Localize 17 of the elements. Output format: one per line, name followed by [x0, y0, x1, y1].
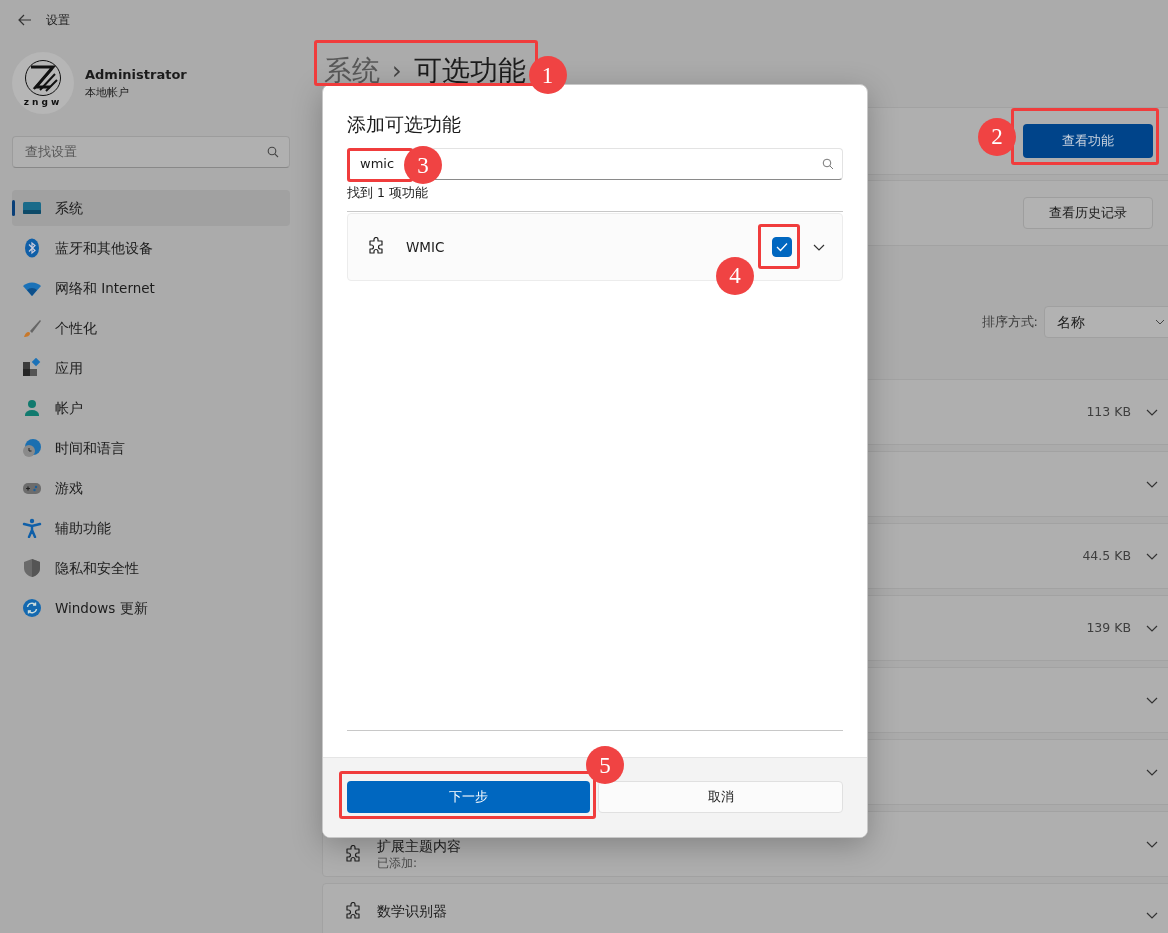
result-count: 找到 1 项功能 [347, 184, 843, 212]
dialog-title: 添加可选功能 [347, 115, 462, 134]
feature-name: 数学识别器 [377, 903, 447, 921]
feature-status: 已添加: [377, 855, 419, 872]
feature-size: 113 KB [1086, 402, 1131, 421]
feature-name: 扩展主题内容 [377, 838, 461, 856]
feature-size: 44.5 KB [1082, 546, 1131, 565]
feature-name: WMIC [406, 237, 445, 257]
window-title: 设置 [46, 12, 70, 29]
page-title: 可选功能 [413, 56, 526, 85]
sort-label: 排序方式: [981, 313, 1038, 332]
step-number-overlay: 1 [528, 56, 567, 94]
logo-text: zngw [23, 98, 63, 107]
breadcrumb-separator: › [392, 58, 402, 83]
account-name: Administrator [85, 66, 187, 84]
account-type: 本地帐户 [85, 84, 130, 101]
feature-size: 139 KB [1086, 618, 1131, 637]
